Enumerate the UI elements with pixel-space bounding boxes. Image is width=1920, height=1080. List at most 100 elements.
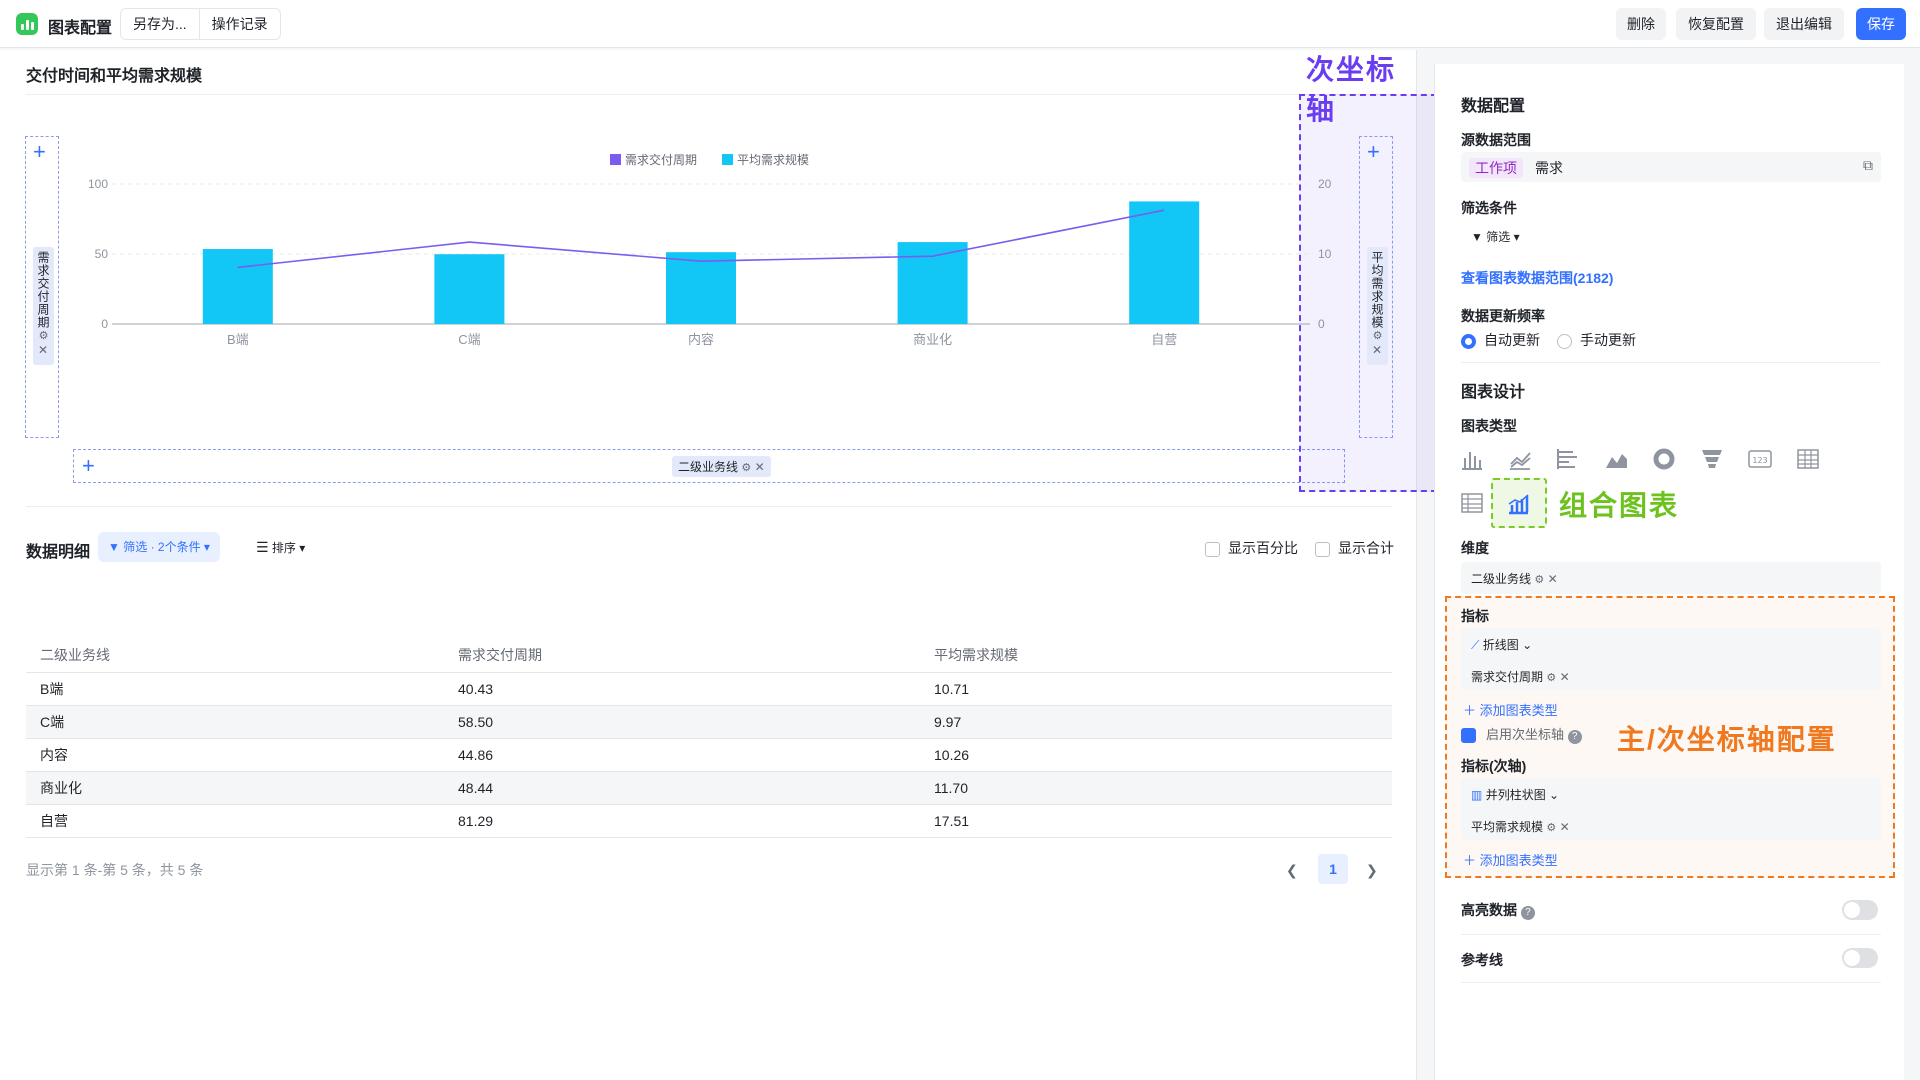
close-icon[interactable]: ✕ bbox=[755, 460, 765, 474]
help-icon[interactable]: ? bbox=[1567, 730, 1582, 744]
highlight-data-toggle[interactable] bbox=[1842, 900, 1878, 920]
area-chart-icon[interactable] bbox=[1603, 446, 1629, 472]
history-button[interactable]: 操作记录 bbox=[198, 9, 280, 39]
y-left-tick-label: 0 bbox=[101, 317, 108, 331]
table-chart-icon[interactable] bbox=[1795, 446, 1821, 472]
y-left-tick-label: 100 bbox=[88, 177, 108, 191]
table-row[interactable]: C端 58.50 9.97 bbox=[26, 705, 1392, 739]
enable-secondary-axis-checkbox[interactable] bbox=[1461, 728, 1476, 744]
add-chart-type-link[interactable]: ＋ 添加图表类型 bbox=[1463, 700, 1558, 719]
metric-tag[interactable]: 需求交付周期 ⚙ ✕ bbox=[1471, 668, 1570, 685]
table-row[interactable]: 内容 44.86 10.26 bbox=[26, 738, 1392, 772]
table-cell: 40.43 bbox=[444, 672, 920, 706]
table-cell: 商业化 bbox=[26, 771, 444, 805]
x-tick-label: 内容 bbox=[688, 332, 714, 347]
funnel-chart-icon[interactable] bbox=[1699, 446, 1725, 472]
dimension-field-tag[interactable]: 二级业务线 ⚙ ✕ bbox=[672, 456, 771, 477]
auto-refresh-radio[interactable] bbox=[1461, 333, 1476, 349]
sort-button[interactable]: ☰ 排序 ▾ bbox=[256, 532, 305, 562]
add-chart-type-link-2[interactable]: ＋ 添加图表类型 bbox=[1463, 850, 1558, 869]
horizontal-bar-icon[interactable] bbox=[1555, 446, 1581, 472]
x-tick-label: B端 bbox=[227, 332, 249, 347]
prev-page-icon[interactable]: ❮ bbox=[1286, 862, 1298, 879]
table-cell: 48.44 bbox=[444, 771, 920, 805]
section-divider bbox=[1461, 982, 1881, 983]
line-chart-icon[interactable] bbox=[1507, 446, 1533, 472]
table-row[interactable]: B端 40.43 10.71 bbox=[26, 672, 1392, 706]
dimension-field-label: 二级业务线 bbox=[678, 460, 739, 474]
next-page-icon[interactable]: ❯ bbox=[1366, 862, 1378, 879]
table-cell: 10.71 bbox=[920, 672, 1392, 706]
combo-chart-icon[interactable] bbox=[1505, 490, 1531, 516]
gear-icon[interactable]: ⚙ bbox=[1534, 574, 1544, 586]
show-percent-label: 显示百分比 bbox=[1228, 540, 1298, 556]
gear-icon[interactable]: ⚙ bbox=[741, 462, 751, 474]
view-data-range-link[interactable]: 查看图表数据范围(2182) bbox=[1461, 268, 1613, 288]
add-chart-type-label-2: 添加图表类型 bbox=[1479, 853, 1558, 868]
table-row[interactable]: 商业化 48.44 11.70 bbox=[26, 771, 1392, 805]
pivot-table-icon[interactable] bbox=[1459, 490, 1485, 516]
dimension-dropzone[interactable]: + 二级业务线 ⚙ ✕ bbox=[73, 449, 1345, 483]
secondary-metric-tag-label: 平均需求规模 bbox=[1471, 820, 1544, 834]
table-cell: C端 bbox=[26, 705, 444, 739]
side-filter-button[interactable]: ▼ 筛选 ▾ bbox=[1471, 228, 1520, 245]
table-cell: B端 bbox=[26, 672, 444, 706]
exit-edit-button[interactable]: 退出编辑 bbox=[1764, 8, 1844, 40]
show-percent-checkbox[interactable] bbox=[1205, 541, 1220, 557]
save-as-button[interactable]: 另存为... bbox=[121, 9, 199, 39]
table-cell: 11.70 bbox=[920, 771, 1392, 805]
dimension-label: 维度 bbox=[1461, 540, 1489, 556]
show-total-checkbox[interactable] bbox=[1315, 541, 1330, 557]
close-icon[interactable]: ✕ bbox=[1560, 670, 1570, 684]
metric-group: ⟋ 折线图 ⌄ 需求交付周期 ⚙ ✕ bbox=[1461, 628, 1881, 690]
help-icon[interactable]: ? bbox=[1520, 906, 1535, 920]
column-header[interactable]: 平均需求规模 bbox=[920, 638, 1392, 673]
enable-secondary-axis-label: 启用次坐标轴 bbox=[1486, 727, 1565, 742]
bar bbox=[1129, 201, 1200, 324]
close-icon[interactable]: ✕ bbox=[1548, 572, 1558, 586]
source-range-field[interactable]: 工作项 需求 ⧉ bbox=[1461, 152, 1881, 182]
number-card-icon[interactable]: 123 bbox=[1747, 446, 1773, 472]
y-right-tick-label: 0 bbox=[1318, 317, 1325, 331]
chart-type-label: 图表类型 bbox=[1461, 418, 1517, 434]
close-icon[interactable]: ✕ bbox=[1560, 820, 1570, 834]
delete-button[interactable]: 删除 bbox=[1616, 8, 1666, 40]
metric-tag-label: 需求交付周期 bbox=[1471, 670, 1544, 684]
page-number-button[interactable]: 1 bbox=[1318, 854, 1348, 884]
manual-refresh-option[interactable]: 手动更新 bbox=[1557, 330, 1636, 350]
gear-icon[interactable]: ⚙ bbox=[1546, 822, 1556, 834]
page-title: 图表配置 bbox=[48, 20, 113, 37]
dimension-tag[interactable]: 二级业务线 ⚙ ✕ bbox=[1471, 570, 1558, 587]
select-icon[interactable]: ⧉ bbox=[1863, 157, 1873, 174]
chevron-down-icon: ▾ bbox=[299, 541, 306, 555]
x-tick-label: C端 bbox=[458, 332, 480, 347]
secondary-metric-tag[interactable]: 平均需求规模 ⚙ ✕ bbox=[1471, 818, 1570, 835]
column-header[interactable]: 需求交付周期 bbox=[444, 638, 920, 673]
enable-secondary-axis-option[interactable]: 启用次坐标轴 ? bbox=[1461, 724, 1582, 744]
show-percent-option[interactable]: 显示百分比 bbox=[1205, 538, 1298, 558]
secondary-chart-type-select[interactable]: ▥ 并列柱状图 ⌄ bbox=[1471, 786, 1559, 803]
legend-label: 需求交付周期 bbox=[625, 152, 697, 167]
x-tick-label: 商业化 bbox=[913, 332, 952, 347]
x-tick-label: 自营 bbox=[1151, 332, 1177, 347]
restore-config-button[interactable]: 恢复配置 bbox=[1676, 8, 1756, 40]
gear-icon[interactable]: ⚙ bbox=[1546, 672, 1556, 684]
top-bar: 图表配置 另存为... 操作记录 删除 恢复配置 退出编辑 保存 bbox=[0, 0, 1920, 48]
table-cell: 17.51 bbox=[920, 804, 1392, 838]
metric-chart-type-select[interactable]: ⟋ 折线图 ⌄ bbox=[1471, 636, 1532, 653]
show-total-option[interactable]: 显示合计 bbox=[1315, 538, 1394, 558]
auto-refresh-option[interactable]: 自动更新 bbox=[1461, 330, 1540, 350]
auto-refresh-label: 自动更新 bbox=[1484, 332, 1540, 348]
dimension-field[interactable]: 二级业务线 ⚙ ✕ bbox=[1461, 562, 1881, 594]
bar bbox=[897, 242, 968, 324]
manual-refresh-radio[interactable] bbox=[1557, 333, 1572, 349]
bar-chart-icon[interactable] bbox=[1459, 446, 1485, 472]
donut-chart-icon[interactable] bbox=[1651, 446, 1677, 472]
add-dimension-icon[interactable]: + bbox=[82, 455, 95, 477]
column-header[interactable]: 二级业务线 bbox=[26, 638, 444, 673]
table-row[interactable]: 自营 81.29 17.51 bbox=[26, 804, 1392, 838]
save-button[interactable]: 保存 bbox=[1856, 8, 1906, 40]
chart-divider bbox=[26, 506, 1392, 507]
reference-line-toggle[interactable] bbox=[1842, 948, 1878, 968]
table-filter-button[interactable]: ▼ 筛选 · 2个条件 ▾ bbox=[98, 532, 220, 562]
